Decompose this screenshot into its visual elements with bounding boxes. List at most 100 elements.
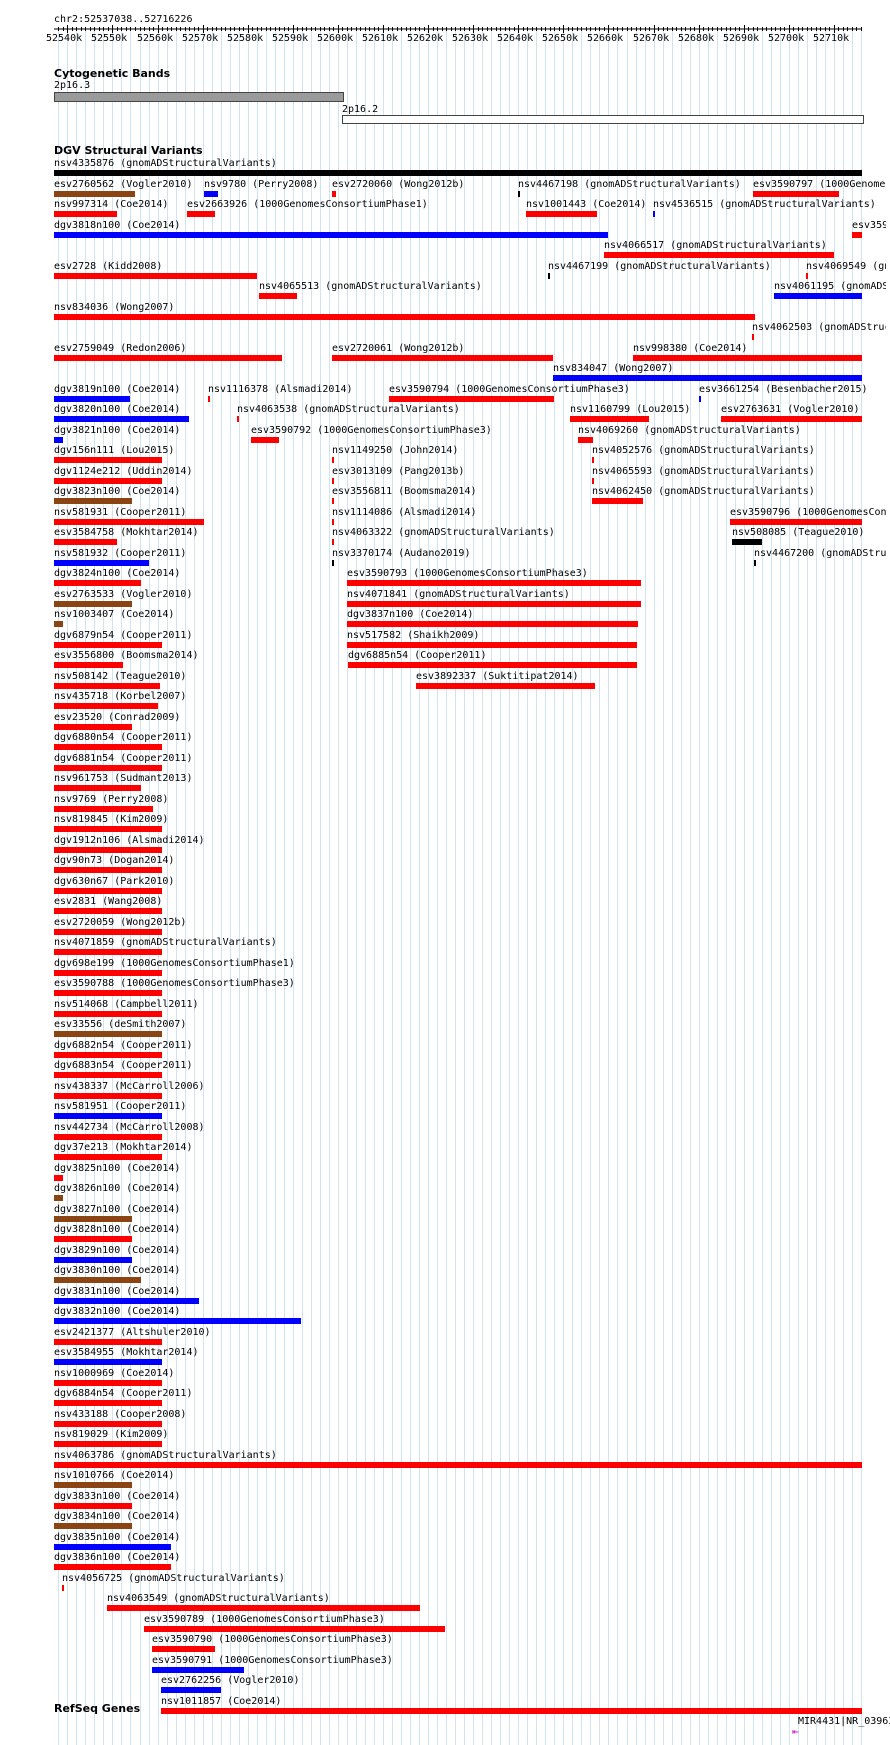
sv-feature-bar[interactable]: [347, 621, 638, 627]
sv-feature-bar[interactable]: [54, 1544, 171, 1550]
sv-feature-bar[interactable]: [54, 1093, 162, 1099]
sv-feature-label[interactable]: dgv6881n54 (Cooper2011): [54, 753, 192, 764]
sv-feature-bar[interactable]: [54, 1154, 162, 1160]
sv-feature-bar[interactable]: [54, 601, 132, 607]
sv-feature-label[interactable]: nsv4467198 (gnomADStructuralVariants): [518, 179, 741, 190]
sv-feature-bar[interactable]: [54, 211, 117, 217]
sv-feature-bar[interactable]: [251, 437, 279, 443]
sv-feature-label[interactable]: dgv3827n100 (Coe2014): [54, 1204, 180, 1215]
sv-feature-label[interactable]: esv3590: [852, 220, 886, 231]
sv-feature-bar[interactable]: [54, 1400, 162, 1406]
sv-feature-label[interactable]: nsv834047 (Wong2007): [553, 363, 673, 374]
sv-feature-bar[interactable]: [753, 191, 839, 197]
sv-feature-label[interactable]: esv3590797 (1000GenomesConsortiumPhase3): [753, 179, 886, 190]
sv-feature-label[interactable]: dgv3835n100 (Coe2014): [54, 1532, 180, 1543]
sv-feature-bar[interactable]: [144, 1626, 445, 1632]
sv-feature-bar[interactable]: [54, 785, 141, 791]
sv-feature-bar[interactable]: [347, 601, 641, 607]
sv-feature-bar[interactable]: [732, 539, 762, 545]
sv-feature-bar[interactable]: [54, 580, 141, 586]
sv-feature-bar[interactable]: [54, 724, 132, 730]
sv-feature-bar[interactable]: [54, 970, 162, 976]
sv-feature-bar[interactable]: [237, 416, 239, 422]
sv-feature-label[interactable]: nsv819845 (Kim2009): [54, 814, 168, 825]
sv-feature-label[interactable]: dgv630n67 (Park2010): [54, 876, 174, 887]
sv-feature-bar[interactable]: [653, 211, 655, 217]
sv-feature-bar[interactable]: [54, 990, 162, 996]
sv-feature-label[interactable]: nsv581932 (Cooper2011): [54, 548, 186, 559]
sv-feature-label[interactable]: nsv4069260 (gnomADStructuralVariants): [578, 425, 801, 436]
sv-feature-label[interactable]: dgv3819n100 (Coe2014): [54, 384, 180, 395]
sv-feature-bar[interactable]: [548, 273, 550, 279]
sv-feature-bar[interactable]: [54, 1441, 162, 1447]
sv-feature-bar[interactable]: [54, 519, 204, 525]
sv-feature-label[interactable]: dgv3829n100 (Coe2014): [54, 1245, 180, 1256]
sv-feature-label[interactable]: dgv6879n54 (Cooper2011): [54, 630, 192, 641]
sv-feature-bar[interactable]: [754, 560, 756, 566]
sv-feature-bar[interactable]: [161, 1708, 862, 1714]
sv-feature-label[interactable]: nsv442734 (McCarroll2008): [54, 1122, 205, 1133]
sv-feature-label[interactable]: nsv4536515 (gnomADStructuralVariants): [653, 199, 876, 210]
sv-feature-label[interactable]: nsv819029 (Kim2009): [54, 1429, 168, 1440]
sv-feature-bar[interactable]: [416, 683, 595, 689]
sv-feature-bar[interactable]: [348, 662, 637, 668]
sv-feature-label[interactable]: dgv3825n100 (Coe2014): [54, 1163, 180, 1174]
sv-feature-label[interactable]: dgv156n111 (Lou2015): [54, 445, 174, 456]
sv-feature-label[interactable]: nsv1010766 (Coe2014): [54, 1470, 174, 1481]
sv-feature-label[interactable]: esv2728 (Kidd2008): [54, 261, 162, 272]
sv-feature-label[interactable]: nsv4071859 (gnomADStructuralVariants): [54, 937, 277, 948]
sv-feature-label[interactable]: esv3590790 (1000GenomesConsortiumPhase3): [152, 1634, 393, 1645]
sv-feature-label[interactable]: dgv3836n100 (Coe2014): [54, 1552, 180, 1563]
sv-feature-bar[interactable]: [54, 170, 862, 176]
sv-feature-bar[interactable]: [54, 1216, 132, 1222]
sv-feature-label[interactable]: esv3590791 (1000GenomesConsortiumPhase3): [152, 1655, 393, 1666]
sv-feature-bar[interactable]: [332, 519, 334, 525]
sv-feature-bar[interactable]: [852, 232, 862, 238]
sv-feature-label[interactable]: dgv3820n100 (Coe2014): [54, 404, 180, 415]
sv-feature-label[interactable]: esv3556811 (Boomsma2014): [332, 486, 477, 497]
sv-feature-bar[interactable]: [592, 457, 594, 463]
sv-feature-bar[interactable]: [54, 1113, 162, 1119]
sv-feature-label[interactable]: dgv3818n100 (Coe2014): [54, 220, 180, 231]
sv-feature-bar[interactable]: [54, 191, 135, 197]
sv-feature-label[interactable]: nsv581951 (Cooper2011): [54, 1101, 186, 1112]
sv-feature-label[interactable]: nsv4062503 (gnomADStructu: [752, 322, 886, 333]
sv-feature-label[interactable]: esv33556 (deSmith2007): [54, 1019, 186, 1030]
sv-feature-bar[interactable]: [347, 642, 637, 648]
sv-feature-bar[interactable]: [54, 806, 153, 812]
sv-feature-bar[interactable]: [208, 396, 210, 402]
sv-feature-bar[interactable]: [54, 888, 162, 894]
sv-feature-label[interactable]: esv2762256 (Vogler2010): [161, 1675, 299, 1686]
sv-feature-bar[interactable]: [54, 355, 282, 361]
sv-feature-bar[interactable]: [152, 1646, 215, 1652]
sv-feature-label[interactable]: nsv435718 (Korbel2007): [54, 691, 186, 702]
sv-feature-label[interactable]: nsv1011857 (Coe2014): [161, 1696, 281, 1707]
sv-feature-bar[interactable]: [730, 519, 862, 525]
sv-feature-label[interactable]: esv3590789 (1000GenomesConsortiumPhase3): [144, 1614, 385, 1625]
sv-feature-bar[interactable]: [54, 1195, 63, 1201]
sv-feature-bar[interactable]: [54, 1011, 162, 1017]
sv-feature-label[interactable]: esv3013109 (Pang2013b): [332, 466, 464, 477]
sv-feature-bar[interactable]: [553, 375, 862, 381]
sv-feature-bar[interactable]: [592, 498, 643, 504]
sv-feature-bar[interactable]: [806, 273, 808, 279]
sv-feature-bar[interactable]: [54, 1359, 162, 1365]
sv-feature-label[interactable]: esv3892337 (Suktitipat2014): [416, 671, 579, 682]
sv-feature-bar[interactable]: [54, 539, 117, 545]
sv-feature-bar[interactable]: [54, 949, 162, 955]
sv-feature-label[interactable]: nsv4062450 (gnomADStructuralVariants): [592, 486, 815, 497]
sv-feature-label[interactable]: nsv4066517 (gnomADStructuralVariants): [604, 240, 827, 251]
sv-feature-label[interactable]: esv3590794 (1000GenomesConsortiumPhase3): [389, 384, 630, 395]
sv-feature-label[interactable]: dgv3830n100 (Coe2014): [54, 1265, 180, 1276]
sv-feature-bar[interactable]: [54, 662, 123, 668]
sv-feature-bar[interactable]: [54, 621, 63, 627]
sv-feature-bar[interactable]: [54, 1175, 63, 1181]
sv-feature-label[interactable]: dgv3826n100 (Coe2014): [54, 1183, 180, 1194]
sv-feature-bar[interactable]: [161, 1687, 221, 1693]
sv-feature-bar[interactable]: [54, 642, 162, 648]
sv-feature-bar[interactable]: [54, 1339, 162, 1345]
sv-feature-label[interactable]: esv3584758 (Mokhtar2014): [54, 527, 199, 538]
sv-feature-label[interactable]: nsv4467200 (gnomADStruc: [754, 548, 886, 559]
sv-feature-label[interactable]: dgv3821n100 (Coe2014): [54, 425, 180, 436]
sv-feature-label[interactable]: esv2760562 (Vogler2010): [54, 179, 192, 190]
